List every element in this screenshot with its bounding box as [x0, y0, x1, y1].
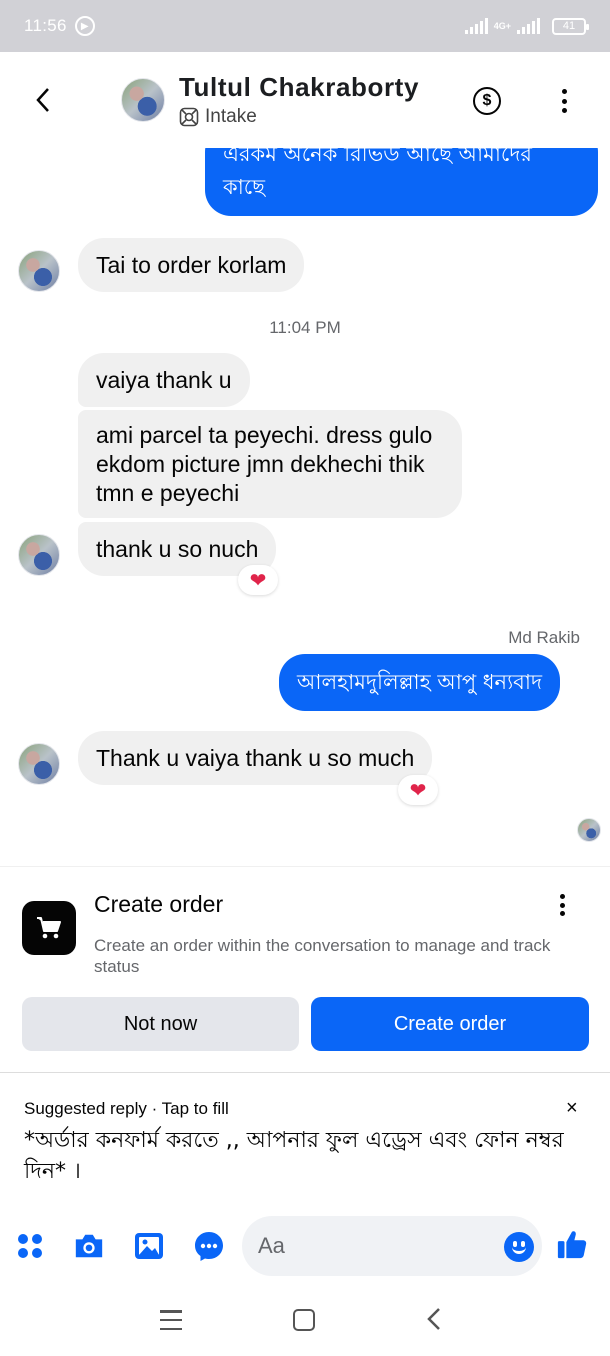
- message-text: thank u so nuch: [96, 535, 259, 562]
- battery-icon: 41: [552, 17, 589, 35]
- message-list[interactable]: এরকম অনেক রিভিউ আছে আমাদের কাছে Tai to o…: [0, 148, 610, 868]
- sync-icon: ▶: [74, 16, 95, 36]
- contact-subtitle[interactable]: Intake: [179, 106, 257, 128]
- more-icon-dot: [559, 911, 565, 916]
- not-now-button[interactable]: Not now: [22, 997, 299, 1051]
- create-order-button[interactable]: Create order: [311, 997, 589, 1051]
- recent-apps-button[interactable]: [160, 1310, 182, 1330]
- message-text: Thank u vaiya thank u so much: [96, 744, 415, 771]
- contact-status-label: Intake: [205, 106, 257, 127]
- outgoing-message[interactable]: এরকম অনেক রিভিউ আছে আমাদের কাছে: [205, 148, 598, 216]
- messenger-button[interactable]: [193, 1230, 225, 1262]
- status-time: 11:56: [24, 16, 67, 35]
- seen-indicator-avatar: [577, 818, 601, 842]
- order-card-title: Create order: [94, 891, 224, 917]
- sender-avatar[interactable]: [18, 534, 60, 576]
- suggested-reply-panel[interactable]: Suggested reply · Tap to fill × *অর্ডার …: [0, 1072, 610, 1202]
- more-icon: [559, 894, 565, 899]
- suggested-reply-label: Suggested reply · Tap to fill: [24, 1099, 229, 1118]
- signal-icon-2: [517, 18, 540, 34]
- back-icon: [427, 1308, 440, 1330]
- intake-icon: [179, 107, 199, 127]
- heart-reaction[interactable]: ❤: [238, 565, 278, 595]
- more-icon-dot: [561, 98, 567, 104]
- camera-icon: [75, 1234, 103, 1258]
- payment-button[interactable]: $: [473, 87, 501, 115]
- message-composer: [0, 1202, 610, 1290]
- gallery-button[interactable]: [133, 1230, 165, 1262]
- message-text: এরকম অনেক রিভিউ আছে আমাদের কাছে: [223, 148, 532, 199]
- battery-level: 41: [562, 20, 576, 32]
- contact-name[interactable]: Tultul Chakraborty: [179, 72, 419, 103]
- outgoing-message[interactable]: আলহামদুলিল্লাহ আপু ধন্যবাদ: [279, 654, 560, 711]
- emoji-smile: [512, 1246, 526, 1254]
- home-button[interactable]: [293, 1309, 315, 1331]
- menu-icon-line: [160, 1318, 182, 1322]
- sender-name: Md Rakib: [508, 628, 580, 647]
- emoji-icon[interactable]: [504, 1232, 534, 1262]
- back-button[interactable]: [28, 82, 58, 118]
- heart-icon: ❤: [409, 779, 427, 802]
- message-text: Tai to order korlam: [96, 251, 287, 278]
- incoming-message[interactable]: vaiya thank u: [78, 353, 250, 407]
- camera-button[interactable]: [73, 1230, 105, 1262]
- sender-avatar[interactable]: [18, 250, 60, 292]
- order-card-more-button[interactable]: [553, 893, 571, 917]
- like-button[interactable]: [556, 1228, 588, 1260]
- contact-avatar[interactable]: [121, 78, 165, 122]
- message-text: আলহামদুলিল্লাহ আপু ধন্যবাদ: [297, 670, 542, 694]
- create-order-card: Create order Create an order within the …: [0, 866, 610, 1072]
- message-text: vaiya thank u: [96, 366, 232, 393]
- like-icon: [557, 1231, 587, 1259]
- menu-icon: [160, 1310, 182, 1313]
- heart-icon: ❤: [249, 569, 267, 592]
- message-timestamp: 11:04 PM: [269, 318, 341, 337]
- network-type: 4G+: [493, 20, 511, 31]
- system-back-button[interactable]: [425, 1306, 443, 1337]
- dollar-icon: $: [482, 92, 492, 109]
- incoming-message[interactable]: Tai to order korlam: [78, 238, 305, 292]
- system-navigation-bar: [0, 1290, 610, 1356]
- more-icon: [561, 89, 567, 94]
- messenger-icon: [195, 1232, 223, 1261]
- sender-avatar[interactable]: [18, 743, 60, 785]
- image-icon: [135, 1233, 163, 1259]
- close-suggestion-button[interactable]: ×: [566, 1097, 578, 1120]
- apps-icon: [18, 1234, 42, 1258]
- message-text: ami parcel ta peyechi. dress gulo ekdom …: [96, 421, 433, 506]
- status-bar: 11:56 ▶ 4G+ 41: [0, 0, 610, 52]
- cart-icon: [37, 917, 61, 939]
- menu-icon-line: [160, 1327, 182, 1330]
- cart-icon-tile: [22, 901, 76, 955]
- incoming-message[interactable]: Thank u vaiya thank u so much: [78, 731, 433, 785]
- signal-icon: [464, 18, 488, 34]
- suggested-reply-text[interactable]: *অর্ডার কনফার্ম করতে ,, আপনার ফুল এড্রেস…: [24, 1125, 584, 1187]
- apps-button[interactable]: [14, 1230, 46, 1262]
- incoming-message[interactable]: ami parcel ta peyechi. dress gulo ekdom …: [78, 410, 462, 518]
- conversation-header: Tultul Chakraborty Intake $: [0, 52, 610, 148]
- heart-reaction[interactable]: ❤: [398, 775, 438, 805]
- order-card-description: Create an order within the conversation …: [94, 936, 551, 976]
- message-input[interactable]: [242, 1216, 542, 1276]
- more-icon-dot: [559, 902, 565, 908]
- more-icon-dot: [561, 108, 567, 113]
- more-options-button[interactable]: [553, 87, 575, 115]
- back-icon: [36, 88, 49, 112]
- status-indicators: 4G+ 41: [464, 17, 589, 35]
